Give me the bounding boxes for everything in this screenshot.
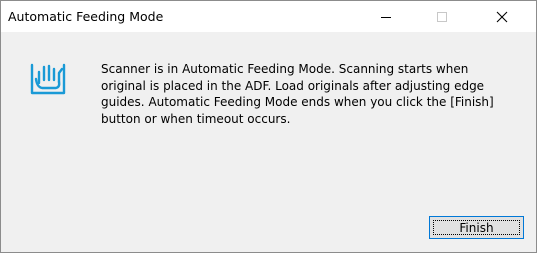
close-icon [496,11,508,22]
maximize-button [419,1,465,32]
finish-button[interactable]: Finish [429,216,524,239]
maximize-icon [437,11,447,22]
minimize-icon [381,16,391,18]
minimize-button[interactable] [363,1,409,32]
finish-button-label: Finish [459,220,494,235]
feeding-mode-message: Scanner is in Automatic Feeding Mode. Sc… [101,62,494,126]
close-button[interactable] [479,1,525,32]
title-bar[interactable]: Automatic Feeding Mode [1,1,536,32]
adf-feeding-hand-icon [28,57,68,97]
window-title: Automatic Feeding Mode [8,9,164,24]
automatic-feeding-mode-dialog: Automatic Feeding Mode Scanner is in Aut… [0,0,537,253]
